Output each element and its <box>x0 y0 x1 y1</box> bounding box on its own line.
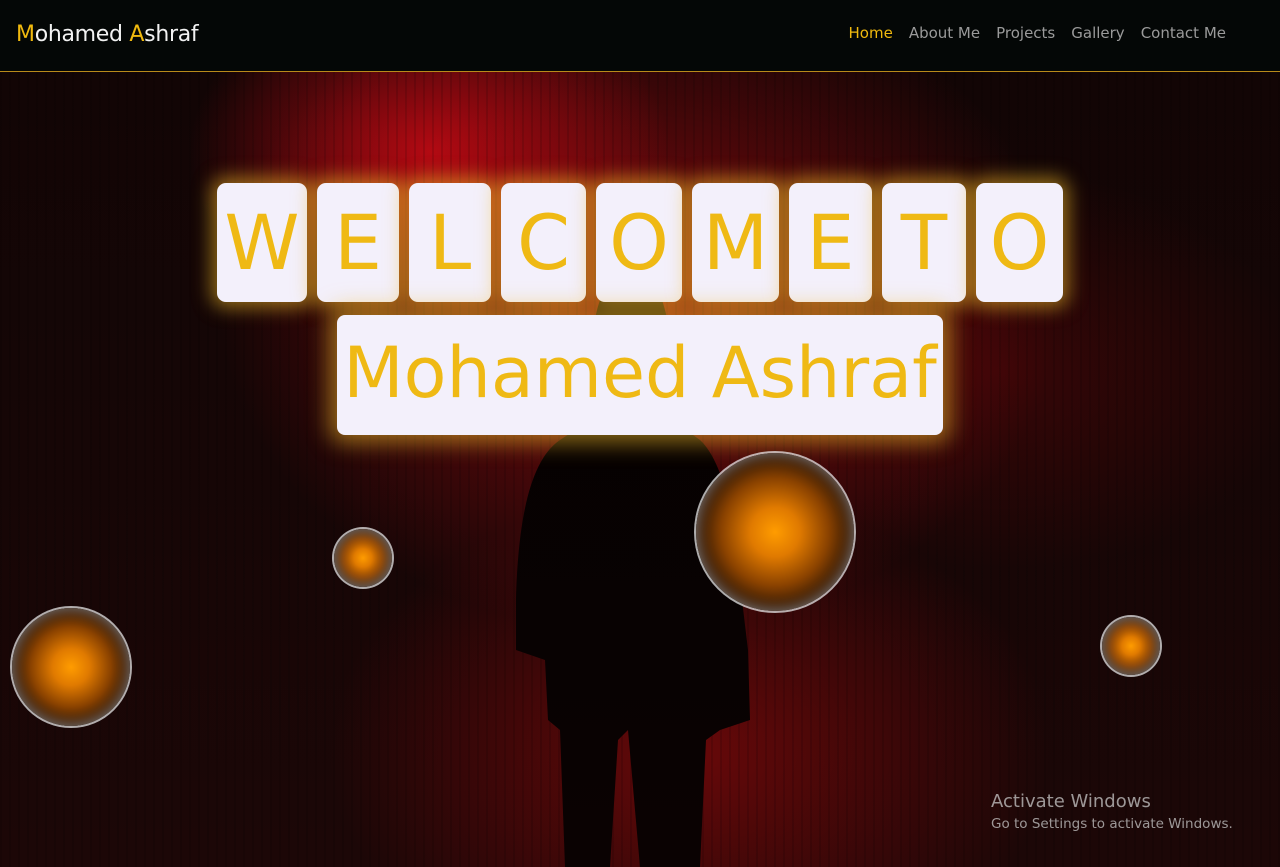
brand-second-rest: shraf <box>144 22 199 47</box>
brand-logo[interactable]: Mohamed Ashraf <box>16 22 199 47</box>
welcome-letter-tile: E <box>317 183 399 302</box>
welcome-tiles: W E L C O M E T O <box>0 183 1280 303</box>
glow-bubble <box>696 453 854 611</box>
welcome-letter-tile: T <box>882 183 966 302</box>
welcome-letter-tile: E <box>789 183 872 302</box>
brand-initial-a: A <box>129 22 145 47</box>
watermark-title: Activate Windows <box>991 791 1151 812</box>
watermark-subtitle: Go to Settings to activate Windows. <box>991 816 1233 832</box>
brand-initial-m: M <box>16 22 35 47</box>
nav-gallery[interactable]: Gallery <box>1071 24 1124 42</box>
activate-windows-watermark: Activate Windows Go to Settings to activ… <box>991 791 1233 832</box>
welcome-letter-tile: L <box>409 183 491 302</box>
nav-projects[interactable]: Projects <box>996 24 1055 42</box>
page: Mohamed Ashraf Home About Me Projects Ga… <box>0 0 1280 867</box>
hero-name: Mohamed Ashraf <box>337 315 943 435</box>
glow-bubble <box>1102 617 1160 675</box>
main-nav: Home About Me Projects Gallery Contact M… <box>849 24 1226 42</box>
welcome-letter-tile: O <box>976 183 1063 302</box>
brand-first-rest: ohamed <box>34 22 130 47</box>
nav-contact-me[interactable]: Contact Me <box>1141 24 1226 42</box>
nav-about-me[interactable]: About Me <box>909 24 980 42</box>
welcome-letter-tile: C <box>501 183 586 302</box>
nav-home[interactable]: Home <box>849 24 893 42</box>
welcome-letter-tile: M <box>692 183 779 302</box>
welcome-letter-tile: W <box>217 183 307 302</box>
welcome-letter-tile: O <box>596 183 682 302</box>
glow-bubble <box>334 529 392 587</box>
glow-bubble <box>12 608 130 726</box>
navbar: Mohamed Ashraf Home About Me Projects Ga… <box>0 0 1280 72</box>
